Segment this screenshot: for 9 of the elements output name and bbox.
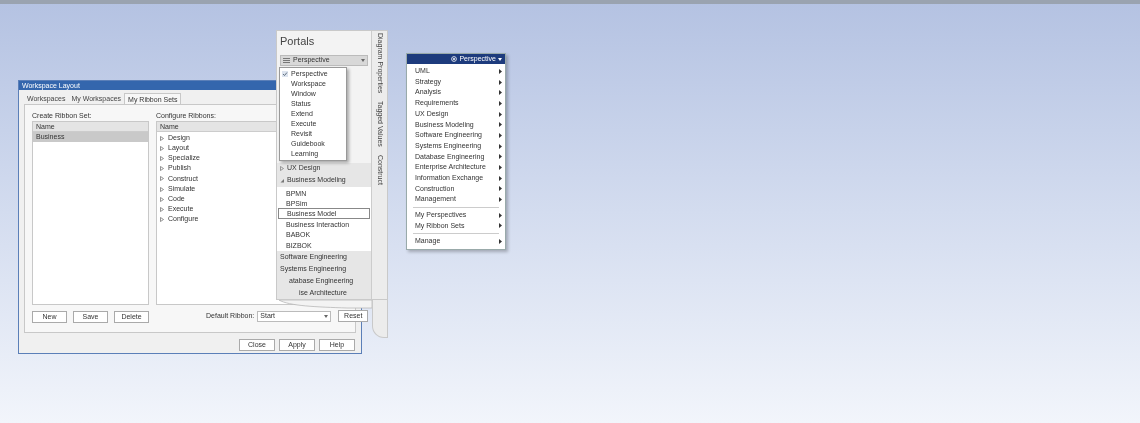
perspective-icon [451, 56, 458, 62]
caret-icon [498, 57, 502, 61]
list-icon [283, 57, 290, 63]
panel-title: Portals [279, 34, 316, 49]
submenu-arrow-icon [499, 239, 502, 245]
collapse-arrow-icon[interactable] [280, 178, 284, 184]
caret-icon [361, 58, 366, 62]
expand-arrow-icon[interactable] [280, 166, 284, 172]
caret-icon [324, 314, 329, 318]
